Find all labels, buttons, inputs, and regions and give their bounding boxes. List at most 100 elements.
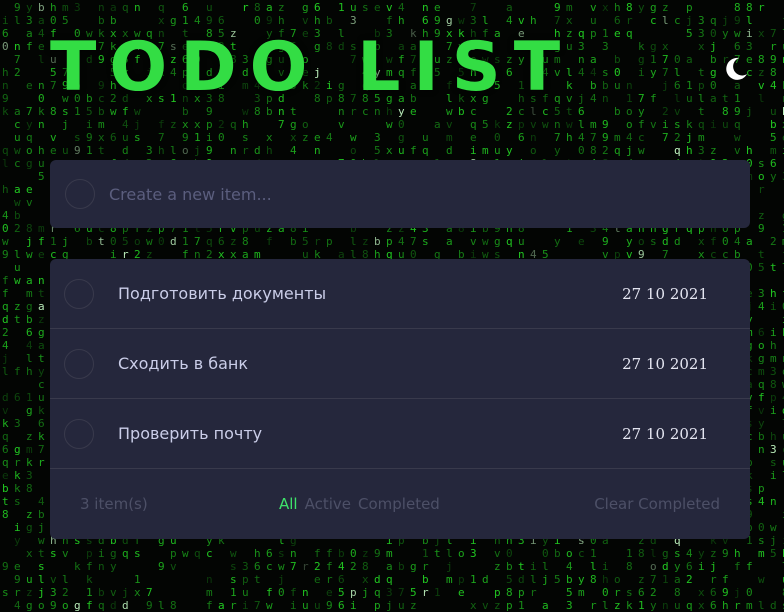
svg-text:7: 7 xyxy=(554,131,561,144)
svg-text:l: l xyxy=(446,547,453,560)
svg-text:w: w xyxy=(230,547,237,560)
svg-text:9: 9 xyxy=(326,599,333,612)
todo-text: Подготовить документы xyxy=(118,284,327,303)
svg-text:w: w xyxy=(482,235,489,248)
svg-text:f: f xyxy=(386,14,393,27)
svg-text:d: d xyxy=(374,573,381,586)
svg-text:b: b xyxy=(326,14,333,27)
svg-text:5: 5 xyxy=(38,170,45,183)
theme-toggle-button[interactable] xyxy=(718,54,752,88)
filter-all[interactable]: All xyxy=(279,495,298,513)
svg-text:1: 1 xyxy=(182,14,189,27)
svg-text:b: b xyxy=(110,14,117,27)
svg-text:9: 9 xyxy=(722,547,729,560)
svg-text:s: s xyxy=(38,560,45,573)
svg-text:0: 0 xyxy=(398,118,405,131)
svg-text:f: f xyxy=(746,560,753,573)
svg-text:1: 1 xyxy=(662,573,669,586)
svg-text:v: v xyxy=(590,1,597,14)
svg-text:3: 3 xyxy=(602,40,609,53)
svg-text:v: v xyxy=(674,105,681,118)
svg-text:z: z xyxy=(26,430,33,443)
svg-text:b: b xyxy=(338,547,345,560)
svg-text:9: 9 xyxy=(2,248,9,261)
svg-text:y: y xyxy=(758,417,765,430)
moon-icon xyxy=(720,54,750,88)
new-item-check-circle[interactable] xyxy=(65,179,95,209)
svg-text:u: u xyxy=(770,105,777,118)
svg-text:6: 6 xyxy=(686,560,693,573)
svg-text:d: d xyxy=(770,599,777,612)
new-item-bar xyxy=(50,160,750,228)
svg-text:a: a xyxy=(434,118,441,131)
svg-text:j: j xyxy=(770,534,777,547)
filter-completed[interactable]: Completed xyxy=(358,495,440,513)
svg-text:h: h xyxy=(734,547,741,560)
svg-text:m: m xyxy=(26,287,33,300)
svg-text:m: m xyxy=(698,131,705,144)
svg-text:0: 0 xyxy=(110,235,117,248)
svg-text:8: 8 xyxy=(770,66,777,79)
todo-item[interactable]: Сходить в банк 27 10 2021 xyxy=(50,329,750,399)
svg-text:r: r xyxy=(242,1,249,14)
svg-text:p: p xyxy=(458,573,465,586)
clear-completed-button[interactable]: Clear Completed xyxy=(594,495,720,513)
svg-text:i: i xyxy=(350,599,357,612)
svg-text:b: b xyxy=(38,1,45,14)
svg-text:o: o xyxy=(566,547,573,560)
svg-text:0: 0 xyxy=(158,235,165,248)
svg-text:x: x xyxy=(182,118,189,131)
svg-text:j: j xyxy=(734,586,741,599)
todo-check-circle[interactable] xyxy=(64,418,94,449)
svg-text:n: n xyxy=(38,79,45,92)
todo-check-circle[interactable] xyxy=(64,348,94,379)
svg-text:y: y xyxy=(650,66,657,79)
svg-text:7: 7 xyxy=(278,118,285,131)
svg-text:1: 1 xyxy=(194,131,201,144)
svg-text:g: g xyxy=(302,1,309,14)
svg-text:c: c xyxy=(38,378,45,391)
svg-text:4: 4 xyxy=(506,14,513,27)
svg-text:v: v xyxy=(530,118,537,131)
new-item-input[interactable] xyxy=(109,174,709,214)
svg-text:z: z xyxy=(230,235,237,248)
svg-text:3: 3 xyxy=(50,586,57,599)
svg-text:p: p xyxy=(698,79,705,92)
svg-text:e: e xyxy=(314,131,321,144)
svg-text:u: u xyxy=(518,235,525,248)
svg-text:r: r xyxy=(530,586,537,599)
svg-text:9: 9 xyxy=(266,14,273,27)
svg-text:0: 0 xyxy=(278,586,285,599)
todo-item[interactable]: Проверить почту 27 10 2021 xyxy=(50,399,750,469)
svg-text:q: q xyxy=(98,599,105,612)
svg-text:7: 7 xyxy=(590,131,597,144)
svg-text:u: u xyxy=(590,14,597,27)
svg-text:h: h xyxy=(530,14,537,27)
svg-text:7: 7 xyxy=(410,235,417,248)
todo-item[interactable]: Подготовить документы 27 10 2021 xyxy=(50,259,750,329)
svg-text:n: n xyxy=(554,118,561,131)
svg-text:5: 5 xyxy=(770,547,777,560)
svg-text:f: f xyxy=(410,144,417,157)
svg-text:g: g xyxy=(650,40,657,53)
svg-text:7: 7 xyxy=(638,92,645,105)
svg-text:m: m xyxy=(98,118,105,131)
svg-text:r: r xyxy=(302,560,309,573)
svg-text:y: y xyxy=(770,170,777,183)
svg-text:3: 3 xyxy=(350,14,357,27)
svg-text:y: y xyxy=(650,599,657,612)
svg-text:j: j xyxy=(194,144,201,157)
svg-text:w: w xyxy=(146,235,153,248)
filter-active[interactable]: Active xyxy=(305,495,351,513)
svg-text:w: w xyxy=(758,573,765,586)
todo-check-circle[interactable] xyxy=(64,278,94,309)
svg-text:l: l xyxy=(674,66,681,79)
svg-text:s: s xyxy=(134,131,141,144)
svg-text:c: c xyxy=(674,14,681,27)
svg-text:t: t xyxy=(38,287,45,300)
svg-text:q: q xyxy=(614,144,621,157)
svg-text:5: 5 xyxy=(302,235,309,248)
svg-text:y: y xyxy=(554,144,561,157)
svg-text:j: j xyxy=(710,40,717,53)
svg-text:b: b xyxy=(98,586,105,599)
